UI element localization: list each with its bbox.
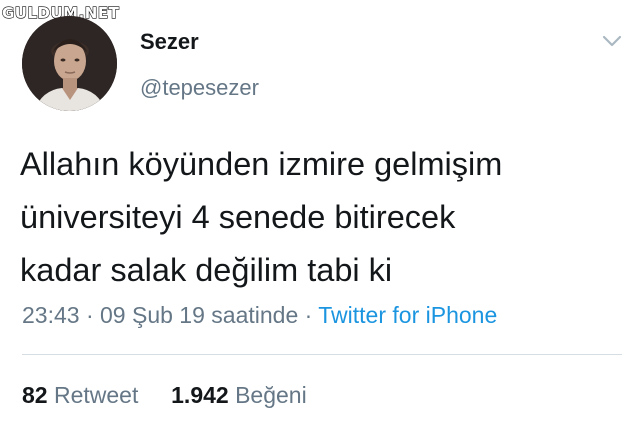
user-handle[interactable]: @tepesezer bbox=[140, 75, 259, 101]
tweet-time[interactable]: 23:43 bbox=[22, 302, 80, 328]
like-count: 1.942 bbox=[171, 382, 229, 408]
like-stat[interactable]: 1.942 Beğeni bbox=[171, 382, 307, 408]
display-name[interactable]: Sezer bbox=[140, 29, 199, 55]
like-label: Beğeni bbox=[235, 382, 307, 408]
meta-separator: · bbox=[85, 302, 94, 328]
avatar[interactable] bbox=[22, 16, 117, 111]
chevron-down-icon[interactable] bbox=[601, 32, 623, 50]
retweet-label: Retweet bbox=[53, 382, 139, 408]
tweet-date[interactable]: 09 Şub 19 saatinde bbox=[100, 302, 298, 328]
tweet-source-link[interactable]: Twitter for iPhone bbox=[318, 302, 497, 328]
retweet-stat[interactable]: 82 Retweet bbox=[22, 382, 138, 408]
profile-photo-icon bbox=[22, 16, 117, 111]
divider bbox=[22, 354, 622, 355]
meta-separator: · bbox=[304, 302, 313, 328]
retweet-count: 82 bbox=[22, 382, 48, 408]
tweet-stats: 82 Retweet 1.942 Beğeni bbox=[22, 380, 307, 410]
tweet-metadata: 23:43 · 09 Şub 19 saatinde · Twitter for… bbox=[22, 300, 497, 330]
tweet-text: Allahın köyünden izmire gelmişim ünivers… bbox=[20, 146, 503, 288]
